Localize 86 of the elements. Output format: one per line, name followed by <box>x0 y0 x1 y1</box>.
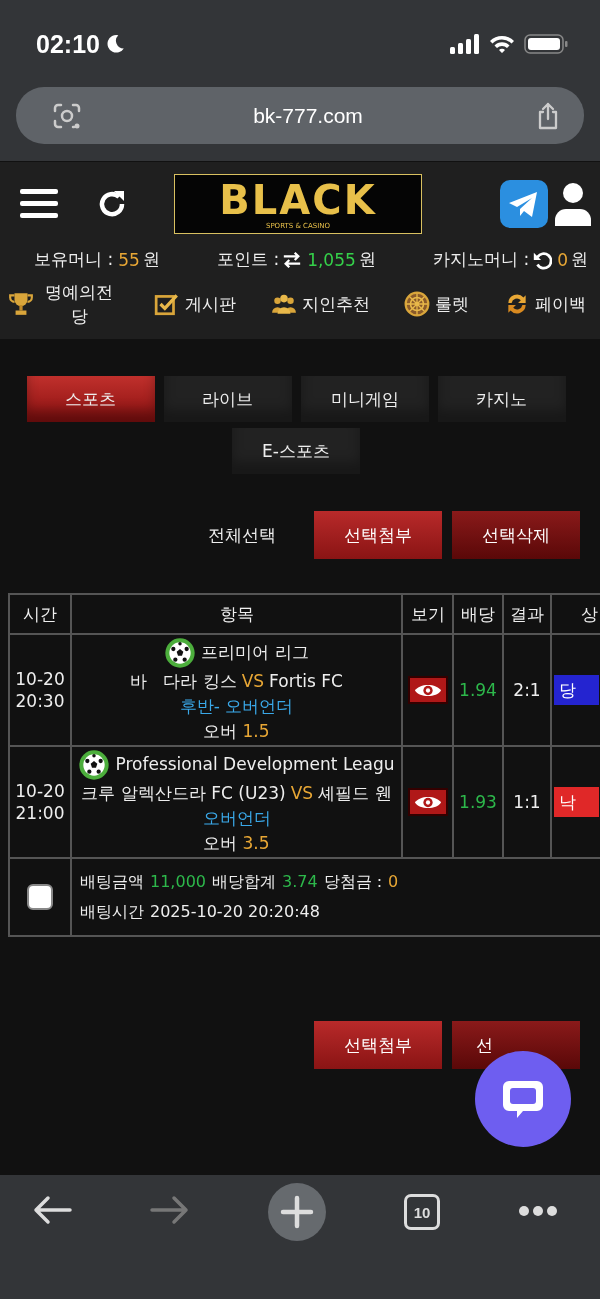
trophy-icon <box>8 291 34 317</box>
payout-amount: 0 <box>388 871 399 893</box>
view-button[interactable] <box>407 788 448 816</box>
nav-link[interactable]: 게시판 <box>153 291 236 317</box>
undo-icon[interactable] <box>532 249 553 270</box>
pick-label: 오버 <box>203 831 238 855</box>
balance-label: 카지노머니 : <box>433 248 530 271</box>
league-name: Professional Development Leagu <box>115 753 395 776</box>
logo-text: BLACK <box>219 177 377 222</box>
attach-selected-button[interactable]: 선택첨부 <box>314 1021 442 1069</box>
battery-icon <box>524 34 568 54</box>
paper-plane-icon[interactable] <box>500 180 548 228</box>
nav-link[interactable]: 지인추천 <box>270 291 370 317</box>
nav-link[interactable]: 룰렛 <box>404 291 470 317</box>
column-header: 항목 <box>71 594 402 634</box>
checkbox-icon <box>153 291 180 317</box>
market-name: 후반- 오버언더 <box>179 694 294 718</box>
column-header: 배당 <box>453 594 503 634</box>
menu-icon[interactable] <box>20 189 58 219</box>
odds-value: 1.93 <box>459 792 497 812</box>
league-name: 프리미어 리그 <box>201 641 309 664</box>
score: 2:1 <box>513 680 541 700</box>
attach-selected-button[interactable]: 선택첨부 <box>314 511 442 559</box>
currency-unit: 원 <box>358 248 376 271</box>
category-tab[interactable]: 카지노 <box>437 376 566 422</box>
odds-value: 1.94 <box>459 680 497 700</box>
forward-arrow-icon[interactable] <box>150 1195 190 1225</box>
bet-amount-label: 배팅금액 <box>80 871 144 893</box>
bet-amount: 11,000 <box>150 871 206 893</box>
handicap-value: 3.5 <box>242 831 270 855</box>
match-date: 10-20 <box>14 668 66 690</box>
status-badge: 낙 <box>554 787 599 817</box>
match-date: 10-20 <box>14 780 66 802</box>
match-time: 21:00 <box>14 802 66 824</box>
away-team: Fortis FC <box>269 669 343 693</box>
balance-amount: 55 <box>118 249 140 270</box>
currency-unit: 원 <box>571 248 588 271</box>
address-bar[interactable]: bk-777.com <box>16 87 584 144</box>
balance-label: 포인트 : <box>217 248 280 271</box>
versus-label: VS <box>241 669 265 693</box>
checkbox[interactable] <box>27 884 53 910</box>
wifi-icon <box>489 34 515 54</box>
balance-amount: 1,055 <box>307 249 356 270</box>
nav-link[interactable]: 페이백 <box>504 291 586 317</box>
versus-label: VS <box>290 781 314 805</box>
delete-selected-button[interactable]: 선택삭제 <box>452 511 580 559</box>
select-all-link[interactable]: 전체선택 <box>208 523 276 547</box>
status-badge: 당 <box>554 675 599 705</box>
category-tab[interactable]: 스포츠 <box>26 376 155 422</box>
soccer-ball-icon <box>164 636 197 669</box>
market-name: 오버언더 <box>202 806 271 830</box>
home-team: 바 다라 킹스 <box>130 669 237 693</box>
category-tab[interactable]: 미니게임 <box>300 376 429 422</box>
currency-unit: 원 <box>142 248 160 271</box>
tab-count-button[interactable]: 10 <box>404 1194 440 1230</box>
payout-label: 당첨금 : <box>323 871 383 893</box>
bet-time: 2025-10-20 20:20:48 <box>150 901 320 923</box>
pick-label: 오버 <box>203 719 238 743</box>
total-odds: 3.74 <box>282 871 318 893</box>
more-icon[interactable] <box>518 1205 558 1217</box>
url-text: bk-777.com <box>253 103 363 128</box>
clock-time: 02:10 <box>36 29 100 59</box>
wheel-icon <box>404 291 431 317</box>
user-icon[interactable] <box>554 182 592 226</box>
score: 1:1 <box>513 792 541 812</box>
away-team: 셰필드 웬 <box>318 781 392 805</box>
handicap-value: 1.5 <box>242 719 270 743</box>
match-time: 20:30 <box>14 690 66 712</box>
bet-time-label: 배팅시간 <box>80 901 144 923</box>
home-team: 크루 알렉산드라 FC (U23) <box>81 781 286 805</box>
back-arrow-icon[interactable] <box>32 1195 72 1225</box>
view-button[interactable] <box>407 676 448 704</box>
balance-amount: 0 <box>557 249 568 270</box>
column-header: 보기 <box>402 594 453 634</box>
column-header: 결과 <box>503 594 551 634</box>
category-tab[interactable]: 라이브 <box>163 376 292 422</box>
new-tab-icon[interactable] <box>268 1183 326 1241</box>
category-tab[interactable]: E-스포츠 <box>232 428 360 474</box>
total-odds-label: 배당합계 <box>212 871 276 893</box>
nav-link[interactable]: 명예의전당 <box>8 280 119 328</box>
balance-label: 보유머니 : <box>34 248 114 271</box>
signal-icon <box>450 34 480 54</box>
column-header: 시간 <box>9 594 71 634</box>
column-header: 상 <box>551 594 600 634</box>
exchange-arrows-icon[interactable] <box>282 249 303 270</box>
soccer-ball-icon <box>78 748 111 781</box>
